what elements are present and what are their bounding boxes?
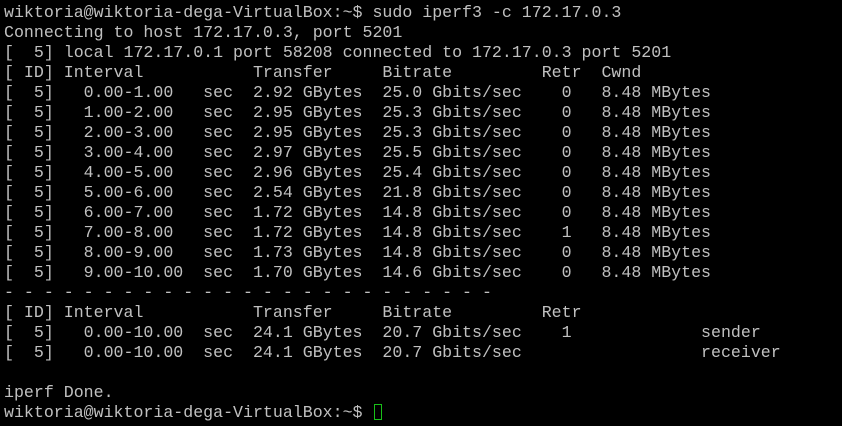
- terminal-line: [ 5] 0.00-1.00 sec 2.92 GBytes 25.0 Gbit…: [4, 83, 712, 102]
- terminal-line: [ 5] 3.00-4.00 sec 2.97 GBytes 25.5 Gbit…: [4, 143, 712, 162]
- terminal-line: [ 5] 9.00-10.00 sec 1.70 GBytes 14.6 Gbi…: [4, 263, 712, 282]
- terminal-line: Connecting to host 172.17.0.3, port 5201: [4, 23, 403, 42]
- terminal-line: [ 5] 5.00-6.00 sec 2.54 GBytes 21.8 Gbit…: [4, 183, 712, 202]
- terminal-line: [ 5] 1.00-2.00 sec 2.95 GBytes 25.3 Gbit…: [4, 103, 712, 122]
- terminal-line: [ ID] Interval Transfer Bitrate Retr Cwn…: [4, 63, 642, 82]
- terminal-line: [ 5] 0.00-10.00 sec 24.1 GBytes 20.7 Gbi…: [4, 323, 761, 342]
- terminal-line: wiktoria@wiktoria-dega-VirtualBox:~$ sud…: [4, 3, 622, 22]
- terminal-line: [ ID] Interval Transfer Bitrate Retr: [4, 303, 582, 322]
- terminal-line: iperf Done.: [4, 383, 114, 402]
- terminal-line: - - - - - - - - - - - - - - - - - - - - …: [4, 283, 492, 302]
- prompt-line[interactable]: wiktoria@wiktoria-dega-VirtualBox:~$: [4, 403, 842, 423]
- text-cursor[interactable]: [374, 404, 383, 420]
- terminal-line: [ 5] 6.00-7.00 sec 1.72 GBytes 14.8 Gbit…: [4, 203, 712, 222]
- terminal-window[interactable]: wiktoria@wiktoria-dega-VirtualBox:~$ sud…: [0, 0, 842, 426]
- terminal-line: [ 5] 0.00-10.00 sec 24.1 GBytes 20.7 Gbi…: [4, 343, 781, 362]
- terminal-line: [ 5] 2.00-3.00 sec 2.95 GBytes 25.3 Gbit…: [4, 123, 712, 142]
- terminal-line: [ 5] 7.00-8.00 sec 1.72 GBytes 14.8 Gbit…: [4, 223, 712, 242]
- terminal-line: [ 5] 4.00-5.00 sec 2.96 GBytes 25.4 Gbit…: [4, 163, 712, 182]
- shell-prompt: wiktoria@wiktoria-dega-VirtualBox:~$: [4, 403, 373, 422]
- terminal-line: [ 5] local 172.17.0.1 port 58208 connect…: [4, 43, 672, 62]
- terminal-line: [ 5] 8.00-9.00 sec 1.73 GBytes 14.8 Gbit…: [4, 243, 712, 262]
